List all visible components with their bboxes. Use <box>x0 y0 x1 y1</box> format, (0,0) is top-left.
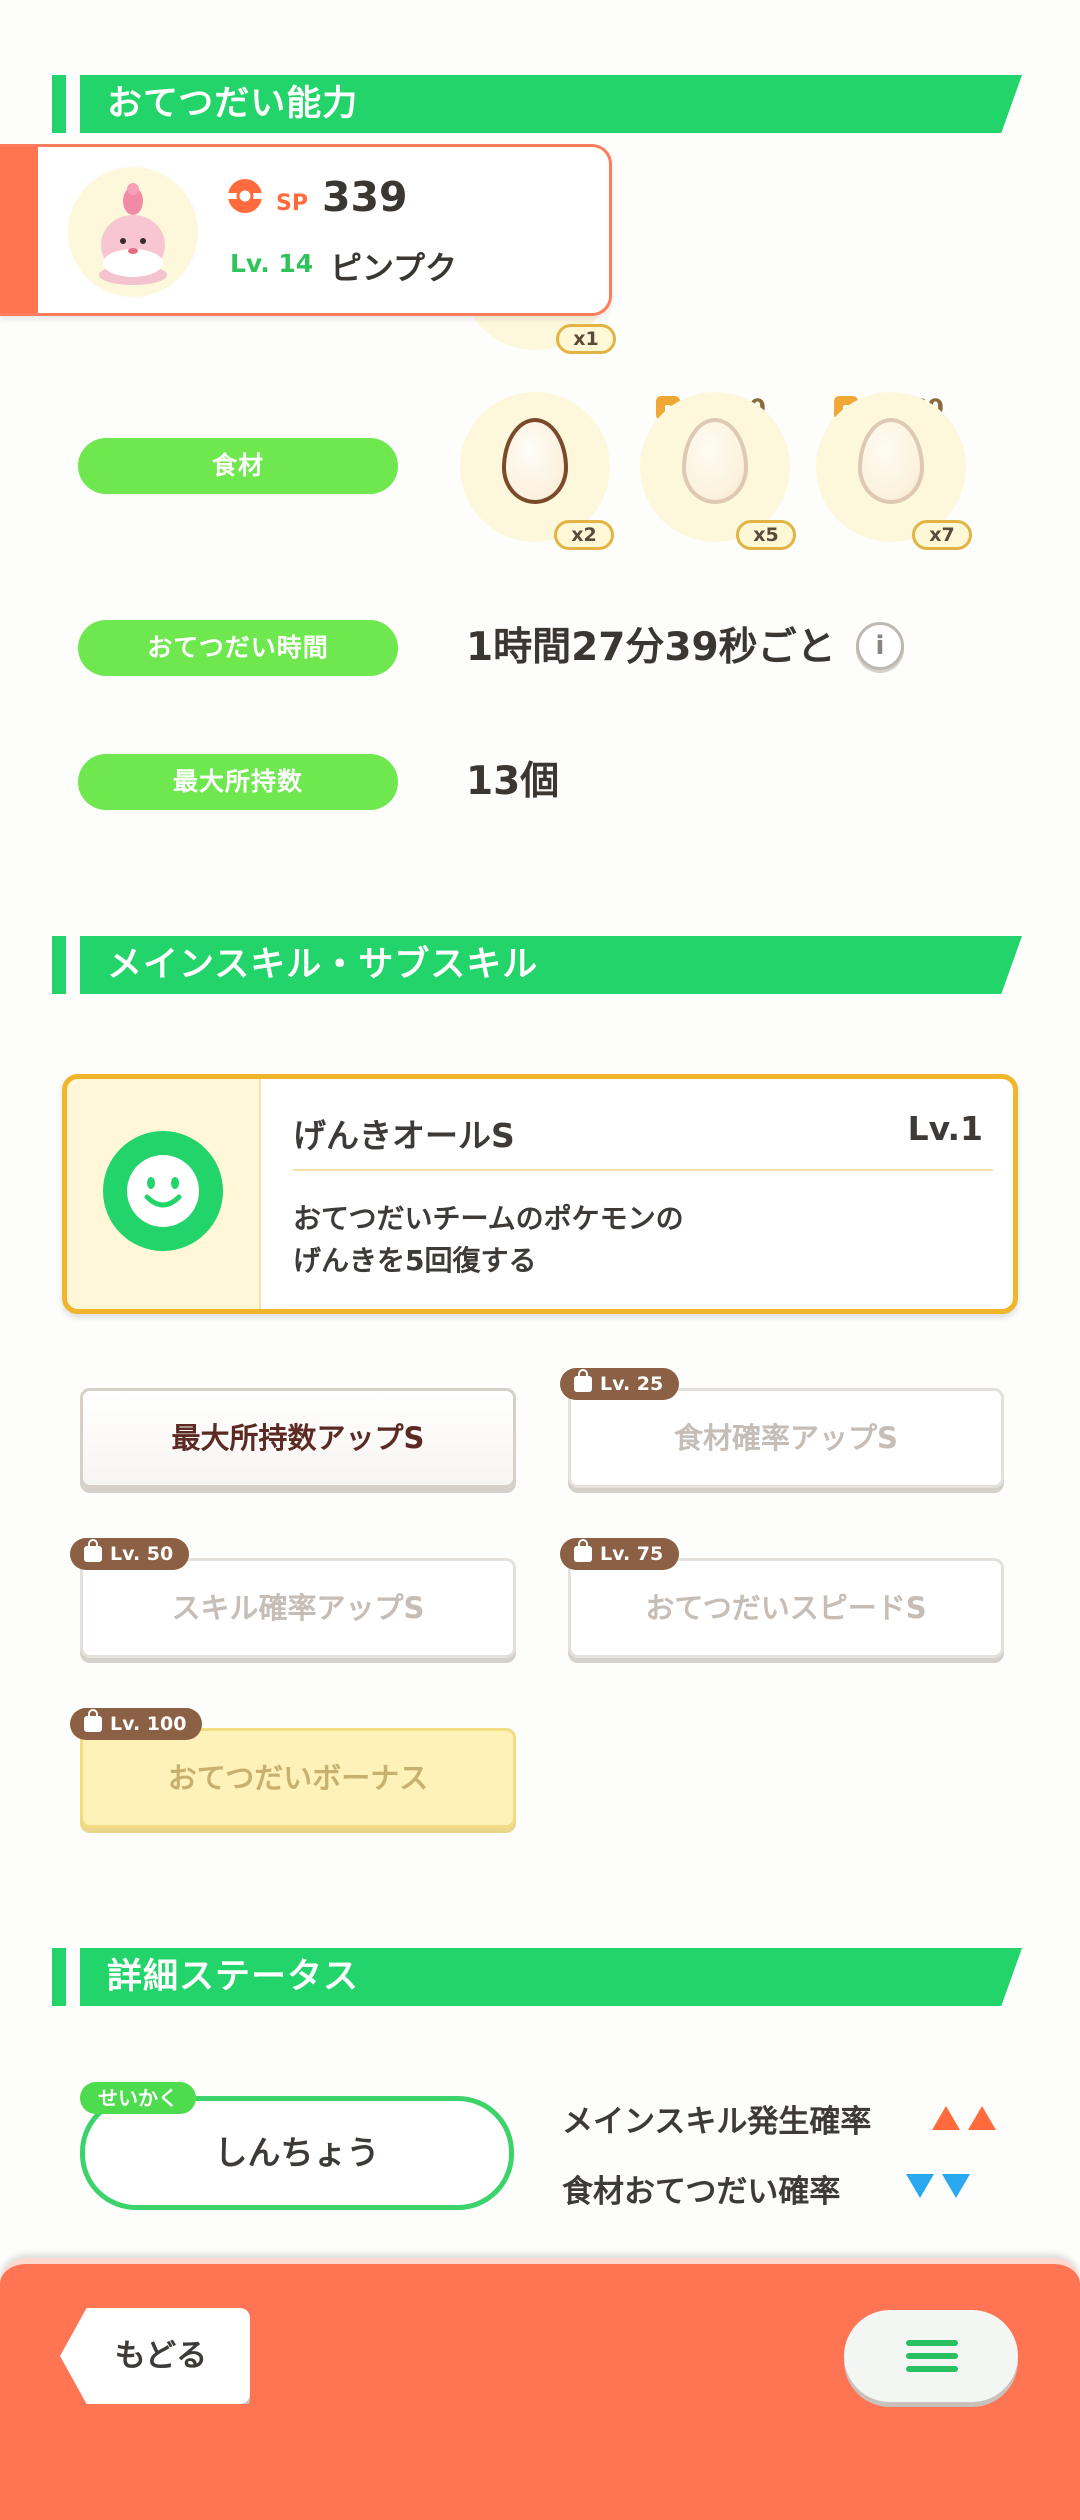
section-title: メインスキル・サブスキル <box>107 945 539 985</box>
pokemon-name: ピンプク <box>330 249 458 287</box>
sub-skill-3-lock: Lv. 50 <box>70 1538 190 1570</box>
sp-label: SP <box>276 191 308 216</box>
ingredient-qty-2: x5 <box>736 520 796 550</box>
max-carry-value: 13個 <box>466 759 560 804</box>
card-tab <box>0 147 38 313</box>
max-carry-label: 最大所持数 <box>78 754 398 810</box>
smile-icon <box>103 1131 223 1251</box>
lock-icon <box>84 1709 102 1732</box>
lock-level: Lv. 25 <box>600 1373 664 1395</box>
skill-point-icon <box>228 179 262 213</box>
section-title: おてつだい能力 <box>107 84 359 124</box>
egg-icon <box>682 418 748 504</box>
sub-skill-5[interactable]: おてつだいボーナス <box>80 1728 516 1828</box>
main-skill-name: げんきオールS <box>293 1116 515 1155</box>
ingredient-qty-3: x7 <box>912 520 972 550</box>
sub-skill-4[interactable]: おてつだいスピードS <box>568 1558 1004 1658</box>
ingredient-qty-1: x2 <box>554 520 614 550</box>
lock-level: Lv. 50 <box>110 1543 174 1565</box>
sub-skill-5-lock: Lv. 100 <box>70 1708 203 1740</box>
help-time-label: おてつだい時間 <box>78 620 398 676</box>
main-skill-icon-area <box>67 1079 261 1309</box>
divider <box>293 1169 993 1171</box>
sub-skill-2[interactable]: 食材確率アップS <box>568 1388 1004 1488</box>
sp-value: 339 <box>322 173 408 221</box>
sub-skill-2-lock: Lv. 25 <box>560 1368 680 1400</box>
ingredient-qty-hidden: x1 <box>556 324 616 354</box>
lock-icon <box>84 1539 102 1562</box>
nature-down-label: 食材おてつだい確率 <box>562 2174 841 2210</box>
lock-level: Lv. 100 <box>110 1713 187 1735</box>
lock-icon <box>574 1539 592 1562</box>
section-header-skills: メインスキル・サブスキル <box>52 936 1022 994</box>
sub-skill-1[interactable]: 最大所持数アップS <box>80 1388 516 1488</box>
lock-icon <box>574 1369 592 1392</box>
main-skill-card[interactable]: げんきオールS Lv.1 おてつだいチームのポケモンの げんきを5回復する <box>62 1074 1018 1314</box>
help-time-value: 1時間27分39秒ごと <box>466 625 836 670</box>
down-arrows-icon <box>906 2174 970 2198</box>
section-header-helping: おてつだい能力 <box>52 75 1022 133</box>
main-skill-desc-1: おてつだいチームのポケモンの <box>293 1202 684 1235</box>
hamburger-line <box>906 2366 958 2372</box>
pokemon-avatar <box>68 167 198 297</box>
main-skill-level: Lv.1 <box>907 1109 983 1148</box>
ingredients-label: 食材 <box>78 438 398 494</box>
section-header-detail: 詳細ステータス <box>52 1948 1022 2006</box>
pokemon-level: Lv. 14 <box>230 249 314 278</box>
sub-skill-3[interactable]: スキル確率アップS <box>80 1558 516 1658</box>
back-button[interactable]: もどる <box>60 2308 250 2404</box>
main-skill-desc-2: げんきを5回復する <box>293 1244 537 1277</box>
sub-skill-4-lock: Lv. 75 <box>560 1538 680 1570</box>
egg-icon <box>858 418 924 504</box>
happiny-icon <box>99 183 167 285</box>
egg-icon <box>502 418 568 504</box>
nature-tag: せいかく <box>80 2082 196 2114</box>
section-title: 詳細ステータス <box>107 1957 360 1997</box>
hamburger-line <box>906 2340 958 2346</box>
nature-up-label: メインスキル発生確率 <box>562 2104 872 2140</box>
lock-level: Lv. 75 <box>600 1543 664 1565</box>
up-arrows-icon <box>932 2106 996 2130</box>
pokemon-card[interactable]: SP 339 Lv. 14 ピンプク <box>0 144 612 316</box>
hamburger-line <box>906 2353 958 2359</box>
info-icon[interactable]: i <box>856 622 904 670</box>
menu-button[interactable] <box>844 2310 1018 2402</box>
